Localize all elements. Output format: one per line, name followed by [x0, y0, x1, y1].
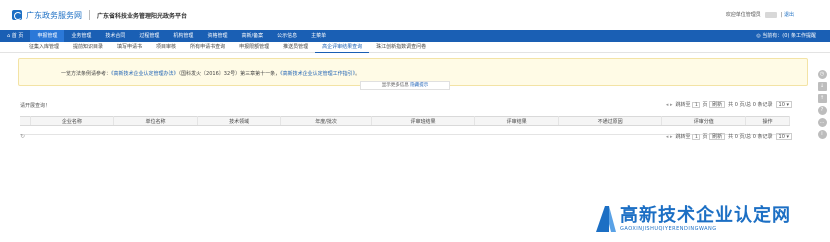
nav-item-public-info[interactable]: 公示信息 — [270, 30, 304, 42]
tab-survey[interactable]: 珠江创新指数调查问卷 — [369, 42, 433, 53]
column-unit[interactable]: 单位名称 — [113, 116, 198, 126]
pager-summary-bottom: 共 0 页/总 0 条记录 — [728, 134, 773, 140]
work-reminder[interactable]: ◎ 当前有：(0) 条工作提醒 — [756, 30, 816, 42]
watermark-logo-icon — [596, 206, 616, 232]
nav-item-application[interactable]: 申报管理 — [30, 30, 65, 42]
page-size-select-bottom[interactable]: 10 ▾ — [775, 133, 792, 140]
column-panel-result[interactable]: 评审班结果 — [371, 116, 476, 126]
help-icon[interactable]: ? — [817, 106, 827, 115]
nav-item-hightech[interactable]: 高新/备案 — [234, 30, 270, 42]
upload-icon[interactable]: ↑ — [817, 94, 827, 103]
page-size-select[interactable]: 10 ▾ — [775, 101, 792, 108]
sub-nav: 征集入库管理 提前知识目录 填写申请书 项目审核 所有申请书查询 申报限额管理 … — [0, 42, 830, 53]
column-reject-reason[interactable]: 不通过原因 — [558, 116, 663, 126]
tab-project-review[interactable]: 项目审核 — [149, 42, 183, 53]
nav-item-qualification[interactable]: 资格管理 — [200, 30, 234, 42]
tab-knowledge-catalog[interactable]: 提前知识目录 — [66, 42, 110, 53]
page-size-value-bottom: 10 — [778, 134, 785, 140]
tab-all-applications[interactable]: 所有申请书查询 — [183, 42, 232, 53]
portal-name: 广东政务服务网 — [26, 10, 82, 20]
welcome-area: 欢迎单位管理员 | 退出 — [725, 11, 794, 18]
column-score[interactable]: 评审分值 — [661, 116, 747, 126]
tab-collection[interactable]: 征集入库管理 — [22, 42, 66, 53]
nav-item-business[interactable]: 业务管理 — [64, 30, 98, 42]
notice-link-guideline[interactable]: 《高新技术企业认定管理工作指引》 — [280, 71, 355, 77]
column-tech-field[interactable]: 技术领域 — [197, 116, 282, 126]
clock-icon[interactable]: ◷ — [817, 70, 827, 79]
pager-bottom: ◂ ▸ 跳转至 1 页 刷新 共 0 页/总 0 条记录 10 ▾ — [666, 133, 792, 140]
refresh-button-bottom[interactable]: 刷新 — [709, 133, 726, 140]
page-unit: 页 — [702, 102, 708, 108]
pager-top: ◂ ▸ 跳转至 1 页 刷新 共 0 页/总 0 条记录 10 ▾ — [666, 101, 792, 108]
notice-prefix: 一览方法条例请参考： — [61, 71, 112, 77]
goto-label-bottom: 跳转至 — [675, 134, 691, 140]
nav-item-contract[interactable]: 技术合同 — [98, 30, 132, 42]
site-watermark: 高新技术企业认定网 GAOXINJISHUQIYERENDINGWANG — [596, 206, 791, 232]
page-input[interactable]: 1 — [692, 101, 701, 108]
hide-tip-link[interactable]: 隐藏提示 — [410, 83, 428, 88]
column-actions[interactable]: 操作 — [745, 116, 790, 126]
query-hint: 请开展查询！ — [20, 103, 51, 109]
nav-item-process[interactable]: 过程管理 — [132, 30, 166, 42]
column-year-batch[interactable]: 年度/批次 — [280, 116, 372, 126]
side-toolbar: ◷ ↓ ↑ ? … i — [816, 70, 828, 142]
user-name-chip — [764, 11, 777, 18]
watermark-subtitle: GAOXINJISHUQIYERENDINGWANG — [620, 226, 717, 232]
welcome-text: 欢迎单位管理员 — [725, 12, 761, 18]
system-title: 广东省科技业务管理阳光政务平台 — [97, 12, 188, 20]
reload-icon[interactable]: ↻ — [20, 133, 25, 140]
tab-review-results[interactable]: 高企评审结果查询 — [315, 42, 370, 53]
notice-middle: （国科发火〔2016〕32号）第三章第十一条， — [178, 71, 281, 77]
refresh-button[interactable]: 刷新 — [709, 101, 726, 108]
pager-nav-icon-bottom[interactable]: ◂ ▸ — [666, 134, 673, 140]
tab-fill-application[interactable]: 填写申请书 — [110, 42, 149, 53]
tab-quota[interactable]: 申报限额管理 — [232, 42, 276, 53]
info-icon[interactable]: i — [817, 130, 827, 139]
goto-label: 跳转至 — [675, 102, 691, 108]
column-review-result[interactable]: 评审结果 — [474, 116, 559, 126]
tab-pusher[interactable]: 推送员管理 — [276, 42, 315, 53]
nav-item-home[interactable]: 首 页 — [0, 30, 30, 42]
notice-link-measures[interactable]: 《高新技术企业认定管理办法》 — [111, 71, 179, 77]
header-divider — [89, 10, 90, 20]
top-header: 广东政务服务网 广东省科技业务管理阳光政务平台 欢迎单位管理员 | 退出 — [0, 0, 830, 30]
page-input-bottom[interactable]: 1 — [692, 133, 701, 140]
pager-summary: 共 0 页/总 0 条记录 — [728, 102, 773, 108]
page-unit-bottom: 页 — [702, 134, 708, 140]
portal-logo[interactable]: 广东政务服务网 — [12, 10, 82, 21]
pager-nav-icon[interactable]: ◂ ▸ — [666, 102, 673, 108]
chat-icon[interactable]: … — [817, 118, 827, 127]
portal-logo-icon — [12, 10, 22, 20]
nav-item-institution[interactable]: 机构管理 — [166, 30, 200, 42]
column-company[interactable]: 企业名称 — [30, 116, 115, 126]
nav-item-main-menu[interactable]: 主菜单 — [304, 30, 333, 42]
watermark-title: 高新技术企业认定网 — [620, 205, 791, 226]
notice-text: 一览方法条例请参考：《高新技术企业认定管理办法》（国科发火〔2016〕32号）第… — [61, 70, 360, 77]
page-size-value: 10 — [778, 102, 785, 108]
main-nav: 首 页 申报管理 业务管理 技术合同 过程管理 机构管理 资格管理 高新/备案 … — [0, 30, 830, 42]
column-checkbox[interactable] — [20, 116, 31, 126]
toggle-notice-prefix: 显示更多信息 — [381, 83, 409, 88]
logout-link[interactable]: 退出 — [784, 11, 794, 18]
table-header-row: 企业名称 单位名称 技术领域 年度/批次 评审班结果 评审结果 不通过原因 评审… — [20, 116, 790, 126]
notice-suffix: 。 — [355, 71, 361, 77]
download-icon[interactable]: ↓ — [817, 82, 827, 91]
toggle-notice-button[interactable]: 显示更多信息 隐藏提示 — [360, 81, 450, 90]
